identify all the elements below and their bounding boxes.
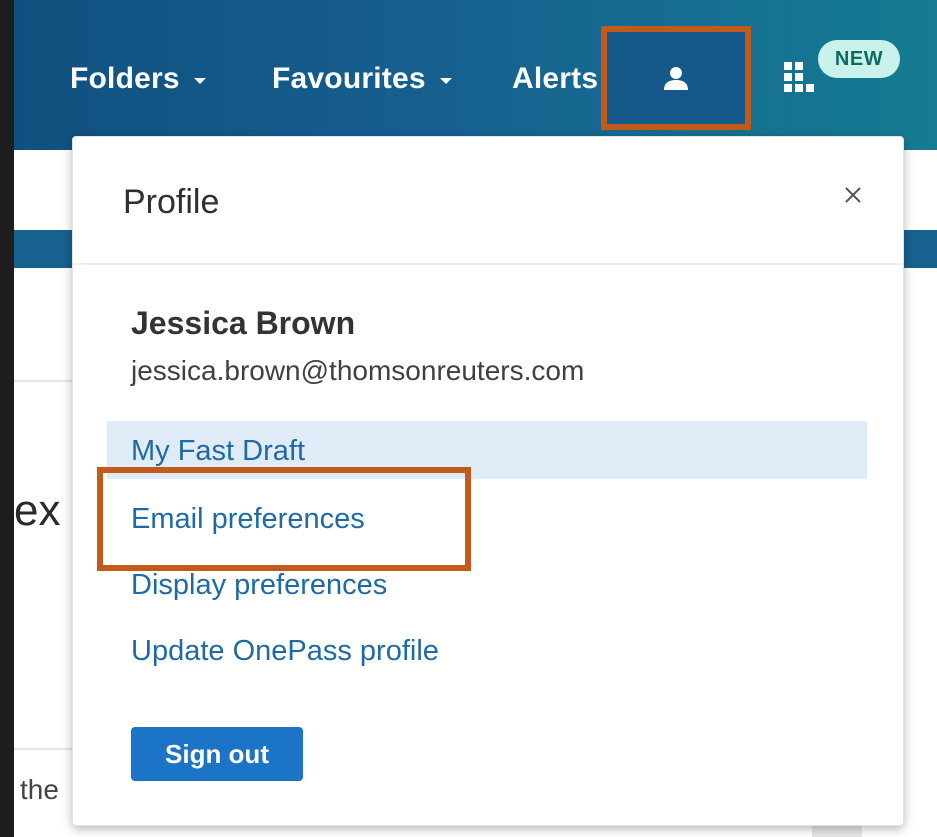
- apps-menu-button[interactable]: [784, 62, 814, 92]
- person-icon: [664, 67, 688, 90]
- nav-alerts-label: Alerts: [512, 62, 599, 95]
- page-text-fragment: the: [20, 774, 59, 805]
- profile-dropdown: Profile Jessica Brown jessica.brown@thom…: [72, 136, 904, 826]
- close-button[interactable]: [833, 175, 873, 215]
- nav-folders-label: Folders: [70, 62, 180, 95]
- content-divider: [14, 380, 74, 382]
- nav-favourites[interactable]: Favourites: [272, 62, 452, 96]
- nav-favourites-label: Favourites: [272, 62, 426, 95]
- profile-title: Profile: [123, 183, 220, 221]
- nav-alerts[interactable]: Alerts: [512, 62, 598, 96]
- window-edge: [0, 0, 14, 837]
- sign-out-button[interactable]: Sign out: [131, 727, 303, 781]
- user-email: jessica.brown@thomsonreuters.com: [131, 355, 585, 386]
- profile-button[interactable]: [601, 26, 751, 130]
- chevron-down-icon: [193, 78, 206, 84]
- page-heading-fragment: ex: [14, 486, 61, 535]
- menu-item-email-preferences[interactable]: Email preferences: [131, 503, 365, 536]
- close-icon: [845, 187, 861, 203]
- chevron-down-icon: [439, 78, 452, 84]
- menu-item-display-preferences[interactable]: Display preferences: [131, 569, 387, 602]
- app-window: Folders Favourites Alerts NEW ex the Pro…: [0, 0, 937, 837]
- user-name: Jessica Brown: [131, 305, 356, 341]
- menu-item-update-onepass-profile[interactable]: Update OnePass profile: [131, 635, 439, 668]
- nav-folders[interactable]: Folders: [70, 62, 206, 96]
- profile-dropdown-header: Profile: [73, 137, 903, 265]
- menu-item-my-fast-draft[interactable]: My Fast Draft: [131, 435, 305, 468]
- apps-grid-icon: [784, 62, 814, 92]
- content-divider: [14, 748, 74, 750]
- new-badge: NEW: [818, 40, 900, 78]
